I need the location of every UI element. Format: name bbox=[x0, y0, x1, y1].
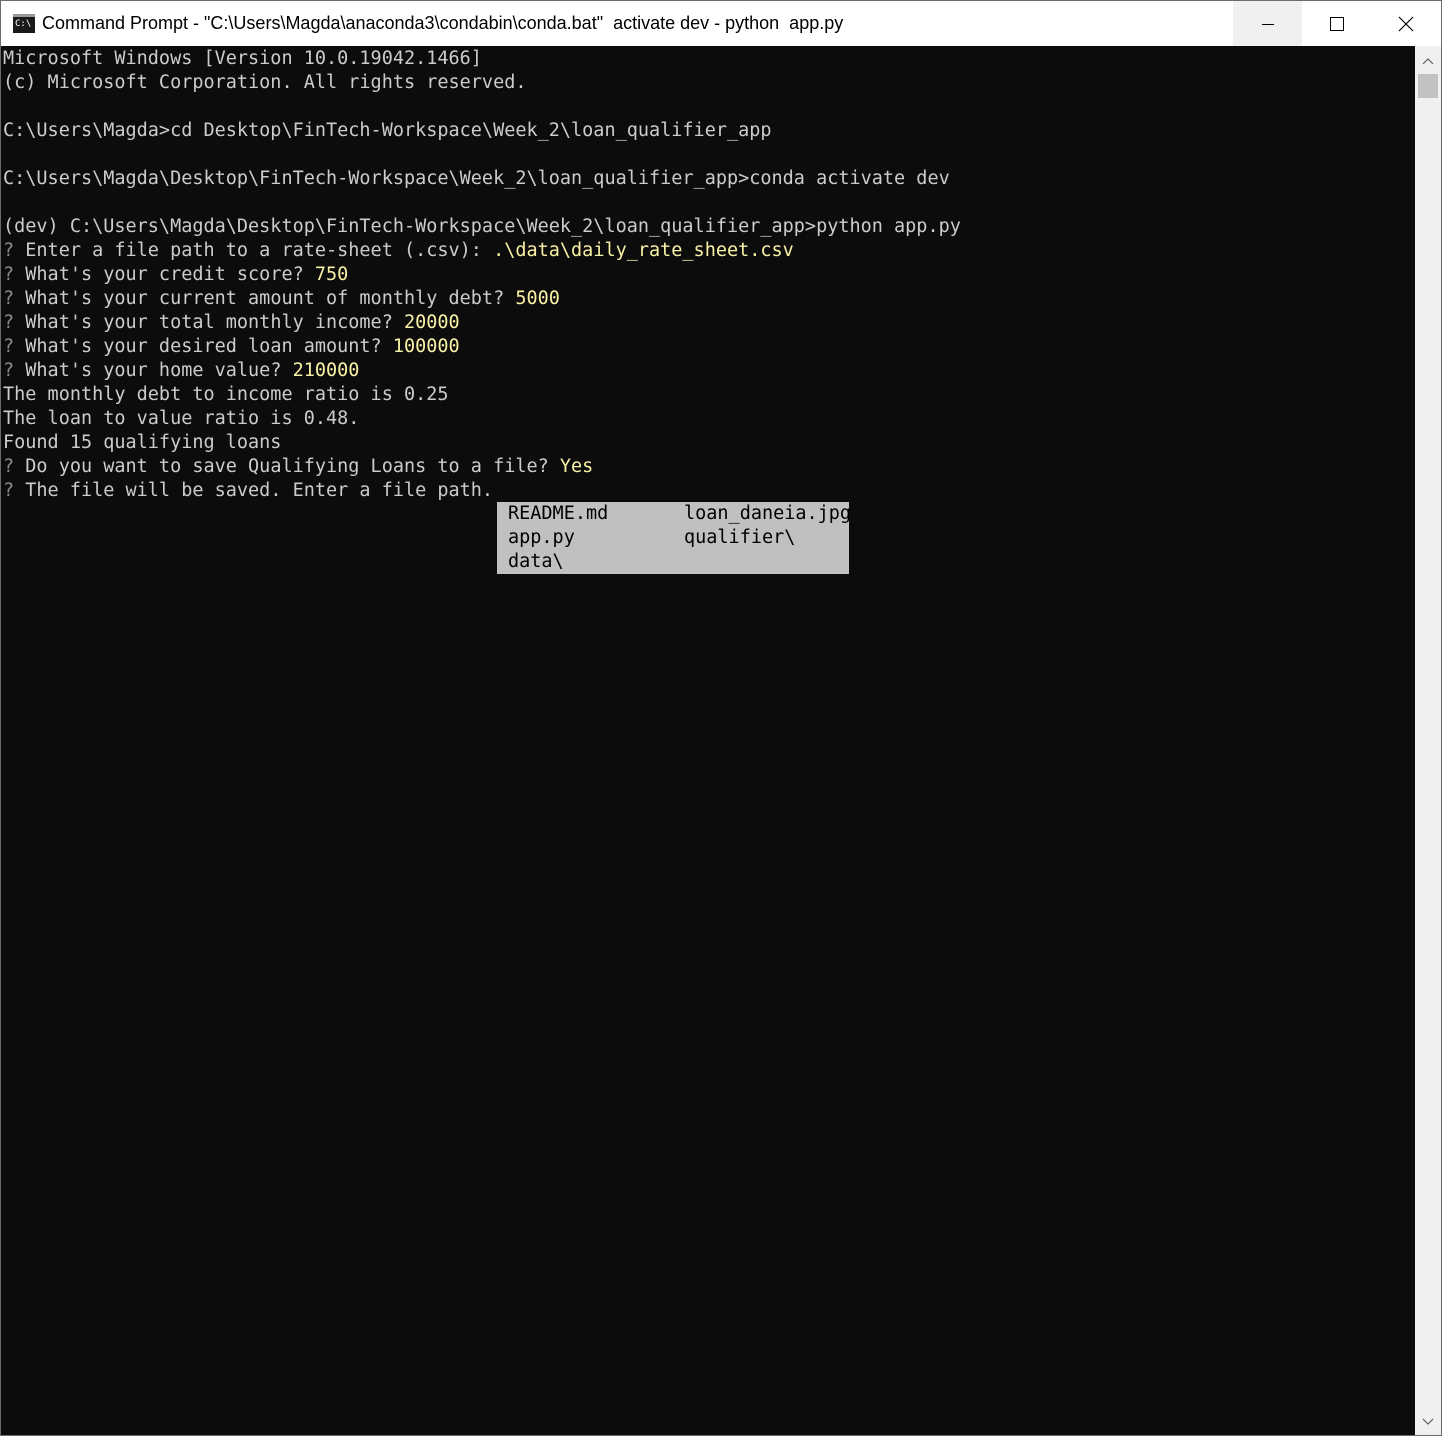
minimize-icon bbox=[1261, 23, 1274, 25]
console-output[interactable]: Microsoft Windows [Version 10.0.19042.14… bbox=[1, 46, 1415, 1435]
scroll-thumb[interactable] bbox=[1418, 74, 1438, 98]
console-line: ? Do you want to save Qualifying Loans t… bbox=[3, 455, 593, 479]
autocomplete-item[interactable]: README.md bbox=[508, 502, 608, 526]
chevron-up-icon bbox=[1422, 58, 1434, 65]
autocomplete-item[interactable]: loan_daneia.jpg bbox=[684, 502, 849, 526]
prompt-answer: 210000 bbox=[292, 360, 360, 381]
console-line: Found 15 qualifying loans bbox=[3, 432, 282, 453]
console-line: ? What's your total monthly income? 2000… bbox=[3, 311, 460, 335]
scroll-down-button[interactable] bbox=[1415, 1411, 1441, 1433]
prompt-question: What's your total monthly income? bbox=[14, 312, 404, 333]
prompt-marker: ? bbox=[3, 264, 15, 285]
command-prompt-icon[interactable]: C:\ bbox=[13, 14, 35, 33]
prompt-marker: ? bbox=[3, 336, 15, 357]
command-prompt-window: C:\ Command Prompt - "C:\Users\Magda\ana… bbox=[0, 0, 1442, 1436]
window-title: Command Prompt - "C:\Users\Magda\anacond… bbox=[42, 13, 844, 33]
vertical-scrollbar[interactable] bbox=[1415, 46, 1441, 1435]
prompt-answer: .\data\daily_rate_sheet.csv bbox=[493, 240, 794, 261]
title-bar[interactable]: C:\ Command Prompt - "C:\Users\Magda\ana… bbox=[1, 1, 1441, 46]
console-line: (dev) C:\Users\Magda\Desktop\FinTech-Wor… bbox=[3, 216, 961, 237]
autocomplete-item[interactable]: app.py bbox=[508, 526, 575, 550]
prompt-question: Do you want to save Qualifying Loans to … bbox=[14, 456, 560, 477]
prompt-marker: ? bbox=[3, 240, 15, 261]
close-icon bbox=[1398, 16, 1413, 31]
console-line: The loan to value ratio is 0.48. bbox=[3, 408, 360, 429]
console-line: The monthly debt to income ratio is 0.25 bbox=[3, 384, 449, 405]
chevron-down-icon bbox=[1422, 1418, 1434, 1425]
prompt-question: The file will be saved. Enter a file pat… bbox=[14, 480, 494, 501]
console-line: C:\Users\Magda>cd Desktop\FinTech-Worksp… bbox=[3, 120, 772, 141]
prompt-question: Enter a file path to a rate-sheet (.csv)… bbox=[14, 240, 494, 261]
prompt-answer: 100000 bbox=[392, 336, 460, 357]
prompt-marker: ? bbox=[3, 360, 15, 381]
prompt-question: What's your desired loan amount? bbox=[14, 336, 393, 357]
console-line: ? The file will be saved. Enter a file p… bbox=[3, 479, 493, 503]
console-line: (c) Microsoft Corporation. All rights re… bbox=[3, 72, 527, 93]
maximize-button[interactable] bbox=[1302, 1, 1371, 46]
prompt-marker: ? bbox=[3, 288, 15, 309]
console-line: ? What's your credit score? 750 bbox=[3, 263, 348, 287]
prompt-answer: 5000 bbox=[515, 288, 560, 309]
console-line: Microsoft Windows [Version 10.0.19042.14… bbox=[3, 48, 482, 69]
autocomplete-item[interactable]: qualifier\ bbox=[684, 526, 795, 550]
console-line: C:\Users\Magda\Desktop\FinTech-Workspace… bbox=[3, 168, 950, 189]
console-line: ? Enter a file path to a rate-sheet (.cs… bbox=[3, 239, 794, 263]
scroll-up-button[interactable] bbox=[1415, 50, 1441, 72]
prompt-answer: Yes bbox=[559, 456, 594, 477]
prompt-marker: ? bbox=[3, 480, 15, 501]
maximize-icon bbox=[1329, 16, 1344, 31]
minimize-button[interactable] bbox=[1233, 1, 1302, 46]
console-line: ? What's your home value? 210000 bbox=[3, 359, 359, 383]
prompt-marker: ? bbox=[3, 456, 15, 477]
autocomplete-item[interactable]: data\ bbox=[508, 550, 564, 574]
prompt-question: What's your current amount of monthly de… bbox=[14, 288, 516, 309]
close-button[interactable] bbox=[1371, 1, 1440, 46]
path-autocomplete-popup[interactable]: README.md loan_daneia.jpg app.py qualifier\… bbox=[497, 502, 849, 574]
prompt-marker: ? bbox=[3, 312, 15, 333]
console-line: ? What's your desired loan amount? 10000… bbox=[3, 335, 460, 359]
prompt-answer: 750 bbox=[314, 264, 349, 285]
console-line: ? What's your current amount of monthly … bbox=[3, 287, 560, 311]
prompt-question: What's your credit score? bbox=[14, 264, 315, 285]
prompt-question: What's your home value? bbox=[14, 360, 293, 381]
prompt-answer: 20000 bbox=[403, 312, 460, 333]
